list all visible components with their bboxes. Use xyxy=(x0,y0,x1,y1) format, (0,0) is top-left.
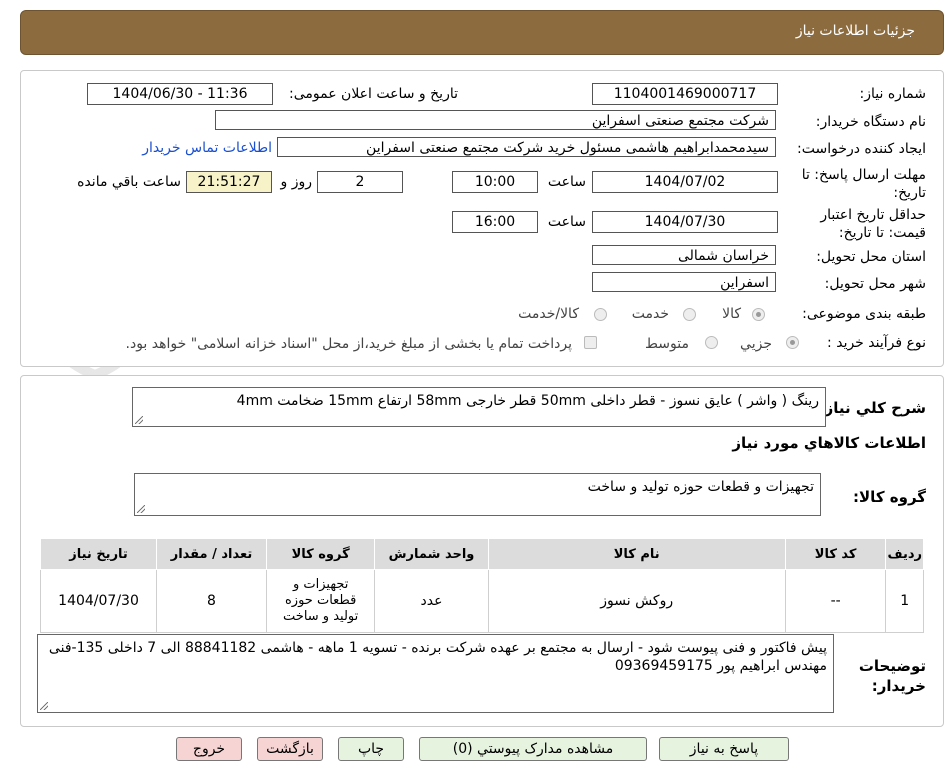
category-option-goods-service: کالا/خدمت xyxy=(518,306,579,322)
buyer-org-field: شرکت مجتمع صنعتی اسفراین xyxy=(215,110,776,130)
deadline-label: مهلت ارسال پاسخ: تا تاریخ: xyxy=(801,167,926,201)
category-radio-goods-service[interactable] xyxy=(594,308,607,321)
col-need-date: تاریخ نیاز xyxy=(39,538,158,570)
cell-item-name: روکش نسوز xyxy=(487,569,786,633)
validity-time-label: ساعت xyxy=(547,214,586,230)
cell-item-code: -- xyxy=(784,569,887,633)
announce-label: تاریخ و ساعت اعلان عمومی: xyxy=(289,86,458,102)
cell-item-group: تجهیزات و قطعات حوزه تولید و ساخت xyxy=(265,569,376,633)
treasury-bonds-note: پرداخت تمام یا بخشی از مبلغ خرید،از محل … xyxy=(125,336,572,352)
cell-unit: عدد xyxy=(374,569,489,633)
page-title: جزئیات اطلاعات نیاز xyxy=(795,23,915,39)
buyer-notes-text: پیش فاکتور و فنی پیوست شود - ارسال به مج… xyxy=(48,640,827,674)
province-label: استان محل تحویل: xyxy=(816,249,926,265)
resize-grip-icon[interactable] xyxy=(137,505,145,513)
resize-grip-icon[interactable] xyxy=(40,702,48,710)
city-field: اسفراین xyxy=(592,272,776,292)
category-radio-goods[interactable] xyxy=(752,308,765,321)
validity-label: حداقل تاریخ اعتبار قیمت: تا تاریخ: xyxy=(820,207,926,241)
goods-group-textarea: تجهیزات و قطعات حوزه تولید و ساخت xyxy=(134,473,821,516)
process-option-medium: متوسط xyxy=(645,336,689,352)
goods-group-text: تجهیزات و قطعات حوزه تولید و ساخت xyxy=(587,479,814,495)
validity-time-field: 16:00 xyxy=(452,211,538,233)
announce-datetime-field: 1404/06/30 - 11:36 xyxy=(87,83,273,105)
items-table: ردیف کد کالا نام کالا واحد شمارش گروه کا… xyxy=(39,538,924,633)
col-item-group: گروه کالا xyxy=(265,538,376,570)
city-label: شهر محل تحویل: xyxy=(824,276,926,292)
time-remaining-label: ساعت باقي مانده xyxy=(77,174,181,190)
category-option-goods: کالا xyxy=(722,306,741,322)
process-type-label: نوع فرآیند خرید : xyxy=(827,335,926,351)
buyer-org-label: نام دستگاه خریدار: xyxy=(815,114,926,130)
goods-info-title: اطلاعات کالاهاي مورد نياز xyxy=(732,434,926,452)
col-item-name: نام کالا xyxy=(487,538,786,570)
time-remaining-field: 21:51:27 xyxy=(186,171,272,193)
cell-need-date: 1404/07/30 xyxy=(39,569,158,633)
province-field: خراسان شمالی xyxy=(592,245,776,265)
print-button[interactable]: چاپ xyxy=(338,737,404,761)
buyer-contact-link[interactable]: اطلاعات تماس خریدار xyxy=(142,140,272,156)
summary-textarea: رینگ ( واشر ) عایق نسوز - قطر داخلی 50mm… xyxy=(132,387,826,427)
need-number-field: 1104001469000717 xyxy=(592,83,778,105)
col-unit: واحد شمارش xyxy=(374,538,489,570)
table-header-row: ردیف کد کالا نام کالا واحد شمارش گروه کا… xyxy=(39,538,924,570)
process-radio-minor[interactable] xyxy=(786,336,799,349)
summary-text: رینگ ( واشر ) عایق نسوز - قطر داخلی 50mm… xyxy=(236,393,819,409)
cell-quantity: 8 xyxy=(156,569,267,633)
treasury-bonds-checkbox[interactable] xyxy=(584,336,597,349)
need-number-label: شماره نیاز: xyxy=(859,86,927,102)
process-option-minor: جزیي xyxy=(740,336,772,352)
buyer-notes-label: توضیحات خریدار: xyxy=(858,657,926,695)
requester-label: ایجاد کننده درخواست: xyxy=(797,141,926,157)
table-row: 1 -- روکش نسوز عدد تجهیزات و قطعات حوزه … xyxy=(39,569,924,633)
resize-grip-icon[interactable] xyxy=(135,416,143,424)
category-label: طبقه بندی موضوعی: xyxy=(802,306,926,322)
days-remaining-field: 2 xyxy=(317,171,403,193)
col-quantity: تعداد / مقدار xyxy=(156,538,267,570)
summary-label: شرح کلي نياز: xyxy=(818,399,926,417)
view-attachments-button[interactable]: مشاهده مدارک پیوستي (0) xyxy=(419,737,647,761)
category-option-service: خدمت xyxy=(631,306,669,322)
exit-button[interactable]: خروج xyxy=(176,737,242,761)
col-item-code: کد کالا xyxy=(784,538,887,570)
reply-to-need-button[interactable]: پاسخ به نیاز xyxy=(659,737,789,761)
days-label: روز و xyxy=(280,174,313,190)
requester-field: سیدمحمدابراهیم هاشمی مسئول خرید شرکت مجت… xyxy=(277,137,776,157)
deadline-time-field: 10:00 xyxy=(452,171,538,193)
deadline-time-label: ساعت xyxy=(547,174,586,190)
buyer-notes-textarea: پیش فاکتور و فنی پیوست شود - ارسال به مج… xyxy=(37,634,834,713)
cell-row-number: 1 xyxy=(885,569,924,633)
page-title-bar: جزئیات اطلاعات نیاز xyxy=(20,10,944,55)
back-button[interactable]: بازگشت xyxy=(257,737,323,761)
validity-date-field: 1404/07/30 xyxy=(592,211,778,233)
process-radio-medium[interactable] xyxy=(705,336,718,349)
col-row-number: ردیف xyxy=(885,538,924,570)
goods-group-label: گروه کالا: xyxy=(853,488,926,506)
deadline-date-field: 1404/07/02 xyxy=(592,171,778,193)
category-radio-service[interactable] xyxy=(683,308,696,321)
